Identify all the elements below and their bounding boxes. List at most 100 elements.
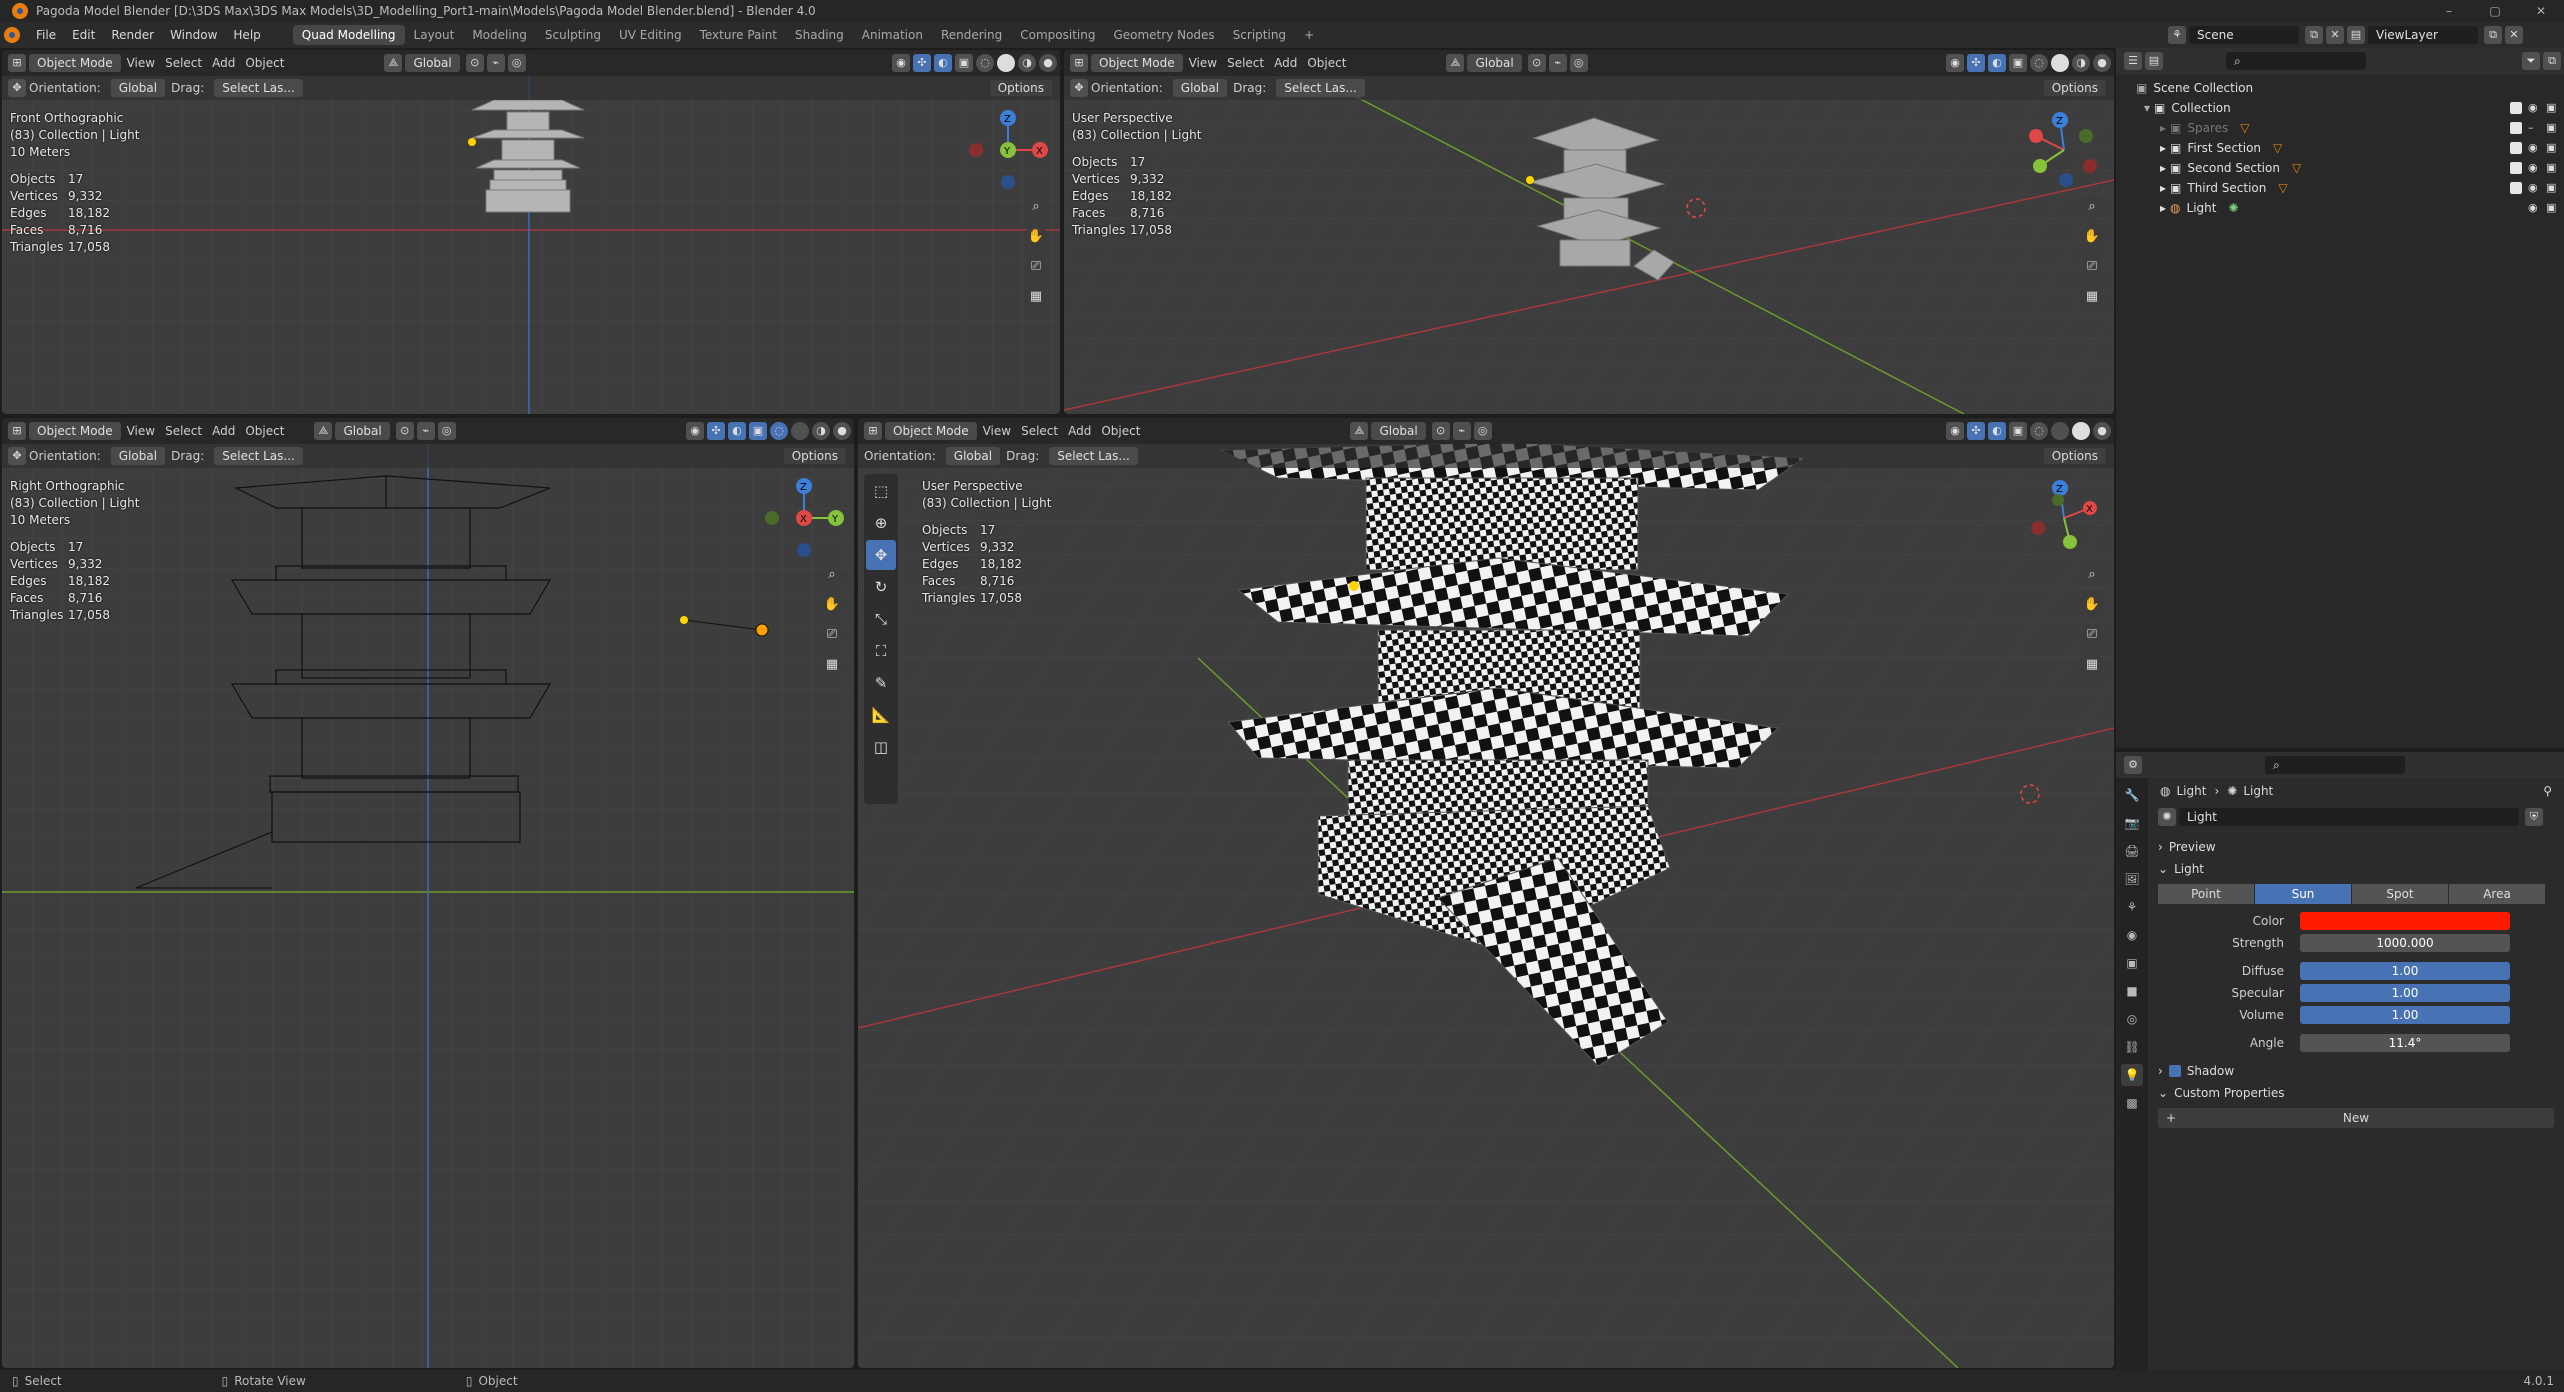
world-tab-icon[interactable]: ◉ [2121, 924, 2143, 946]
add-workspace-button[interactable]: + [1295, 25, 1323, 45]
editor-type-icon[interactable]: ⊞ [1070, 54, 1088, 72]
workspace-tab-animation[interactable]: Animation [853, 25, 932, 45]
pan-hand-icon[interactable]: ✋ [820, 593, 844, 617]
chevron-down-icon[interactable]: ▾ [2144, 101, 2150, 115]
physics-tab-icon[interactable]: ◎ [2121, 1008, 2143, 1030]
menu-edit[interactable]: Edit [64, 28, 103, 42]
transform-orientation-selector[interactable]: Global [1371, 422, 1426, 440]
eye-closed-icon[interactable]: – [2528, 122, 2540, 134]
view-menu[interactable]: View [127, 424, 155, 438]
select-menu[interactable]: Select [165, 56, 202, 70]
shading-solid-icon[interactable] [791, 422, 809, 440]
datablock-name-field[interactable]: Light [2179, 808, 2519, 826]
zoom-icon[interactable]: ⌕ [1024, 195, 1048, 219]
camera-icon[interactable]: ▣ [2546, 142, 2558, 154]
outliner-search-input[interactable]: ⌕ [2226, 52, 2366, 70]
xray-icon[interactable]: ▣ [2009, 54, 2027, 72]
select-menu[interactable]: Select [1227, 56, 1264, 70]
drag-selector[interactable]: Select Las... [214, 79, 303, 97]
camera-view-icon[interactable]: ⎚ [2080, 623, 2104, 647]
snap-icon[interactable]: ⌁ [1548, 54, 1567, 72]
view-layer-selector[interactable]: ViewLayer [2368, 26, 2478, 44]
navigation-gizmo[interactable]: Z Y X [764, 478, 844, 558]
gizmo-toggle-icon[interactable]: ✣ [707, 422, 725, 440]
shadow-checkbox[interactable] [2168, 1065, 2181, 1077]
zoom-icon[interactable]: ⌕ [2080, 563, 2104, 587]
shading-solid-icon[interactable] [2051, 422, 2069, 440]
scene-tab-icon[interactable]: ⚘ [2121, 896, 2143, 918]
options-button[interactable]: Options [2043, 80, 2106, 96]
light-section[interactable]: ⌄ Light [2152, 858, 2560, 880]
navigation-gizmo[interactable]: Z X Y [968, 110, 1048, 190]
scene-selector[interactable]: Scene [2189, 26, 2299, 44]
diffuse-slider[interactable]: 1.00 [2300, 962, 2510, 980]
viewport-front-orthographic[interactable]: ⊞ Object Mode View Select Add Object ⟁ G… [2, 50, 1060, 414]
navigation-gizmo[interactable]: Z X [2024, 478, 2104, 558]
transform-orientation-selector[interactable]: Global [405, 54, 460, 72]
pan-hand-icon[interactable]: ✋ [2080, 225, 2104, 249]
pan-hand-icon[interactable]: ✋ [1024, 225, 1048, 249]
shading-wireframe-icon[interactable]: ◌ [976, 54, 994, 72]
snap-icon[interactable]: ⌁ [486, 54, 505, 72]
object-menu[interactable]: Object [245, 56, 284, 70]
shading-rendered-icon[interactable]: ● [833, 422, 851, 440]
exclude-checkbox[interactable] [2510, 102, 2522, 114]
outliner-row-first-section[interactable]: ▸ ▣ First Section ▽ ◉ ▣ [2116, 138, 2564, 158]
rotate-tool-icon[interactable]: ↻ [866, 572, 896, 602]
chevron-right-icon[interactable]: ▸ [2160, 181, 2166, 195]
pin-icon[interactable]: ⚲ [2543, 784, 2552, 798]
gizmo-toggle-icon[interactable]: ✣ [1967, 54, 1985, 72]
ortho-grid-icon[interactable]: ▦ [820, 653, 844, 677]
strength-field[interactable]: 1000.000 [2300, 934, 2510, 952]
add-menu[interactable]: Add [212, 424, 235, 438]
overlay-toggle-icon[interactable]: ◐ [728, 422, 746, 440]
ortho-grid-icon[interactable]: ▦ [2080, 653, 2104, 677]
constraints-tab-icon[interactable]: ⛓ [2121, 1036, 2143, 1058]
workspace-tab-uv-editing[interactable]: UV Editing [610, 25, 691, 45]
transform-orientation-selector[interactable]: Global [1467, 54, 1522, 72]
editor-type-icon[interactable]: ⊞ [864, 422, 882, 440]
exclude-checkbox[interactable] [2510, 182, 2522, 194]
eye-icon[interactable]: ◉ [2528, 182, 2540, 194]
menu-window[interactable]: Window [162, 28, 225, 42]
properties-search-input[interactable]: ⌕ [2265, 756, 2405, 774]
select-menu[interactable]: Select [165, 424, 202, 438]
exclude-checkbox[interactable] [2510, 142, 2522, 154]
new-view-layer-icon[interactable]: ⧉ [2484, 26, 2502, 44]
shading-material-icon[interactable]: ◑ [2072, 54, 2090, 72]
shading-rendered-icon[interactable]: ● [1039, 54, 1057, 72]
add-menu[interactable]: Add [1274, 56, 1297, 70]
delete-view-layer-icon[interactable]: ✕ [2505, 26, 2523, 44]
shading-wireframe-icon[interactable]: ◌ [2030, 422, 2048, 440]
drag-selector[interactable]: Select Las... [214, 447, 303, 465]
tool-tab-icon[interactable]: 🔧 [2121, 784, 2143, 806]
new-property-button[interactable]: + New [2158, 1108, 2554, 1128]
display-mode-icon[interactable]: ▤ [2145, 52, 2163, 70]
proportional-editing-icon[interactable]: ◎ [1473, 422, 1492, 440]
filter-icon[interactable]: ⏷ [2522, 52, 2540, 70]
measure-tool-icon[interactable]: 📐 [866, 700, 896, 730]
render-tab-icon[interactable]: 📷 [2121, 812, 2143, 834]
preview-section[interactable]: › Preview [2152, 836, 2560, 858]
viewport-user-perspective-main[interactable]: ⊞ Object Mode View Select Add Object ⟁ G… [858, 418, 2114, 1368]
light-type-area[interactable]: Area [2449, 884, 2545, 904]
visibility-icon[interactable]: ◉ [892, 54, 910, 72]
zoom-icon[interactable]: ⌕ [820, 563, 844, 587]
chevron-right-icon[interactable]: ▸ [2160, 141, 2166, 155]
workspace-tab-rendering[interactable]: Rendering [932, 25, 1011, 45]
view-layer-icon[interactable]: ▤ [2347, 26, 2365, 44]
orientation-selector[interactable]: Global [945, 447, 1001, 465]
shading-material-icon[interactable]: ◑ [1018, 54, 1036, 72]
blender-menu-icon[interactable] [4, 27, 20, 43]
scene-icon[interactable]: ⚘ [2168, 26, 2186, 44]
delete-scene-icon[interactable]: ✕ [2326, 26, 2344, 44]
navigation-gizmo[interactable]: Z [2024, 110, 2104, 190]
properties-editor-icon[interactable]: ⚙ [2124, 756, 2142, 774]
mode-selector[interactable]: Object Mode [1091, 54, 1183, 72]
proportional-editing-icon[interactable]: ◎ [507, 54, 526, 72]
workspace-tab-layout[interactable]: Layout [405, 25, 464, 45]
collection-tab-icon[interactable]: ▣ [2121, 952, 2143, 974]
object-menu[interactable]: Object [1101, 424, 1140, 438]
close-button[interactable]: ✕ [2518, 0, 2564, 22]
snap-icon[interactable]: ⌁ [416, 422, 435, 440]
